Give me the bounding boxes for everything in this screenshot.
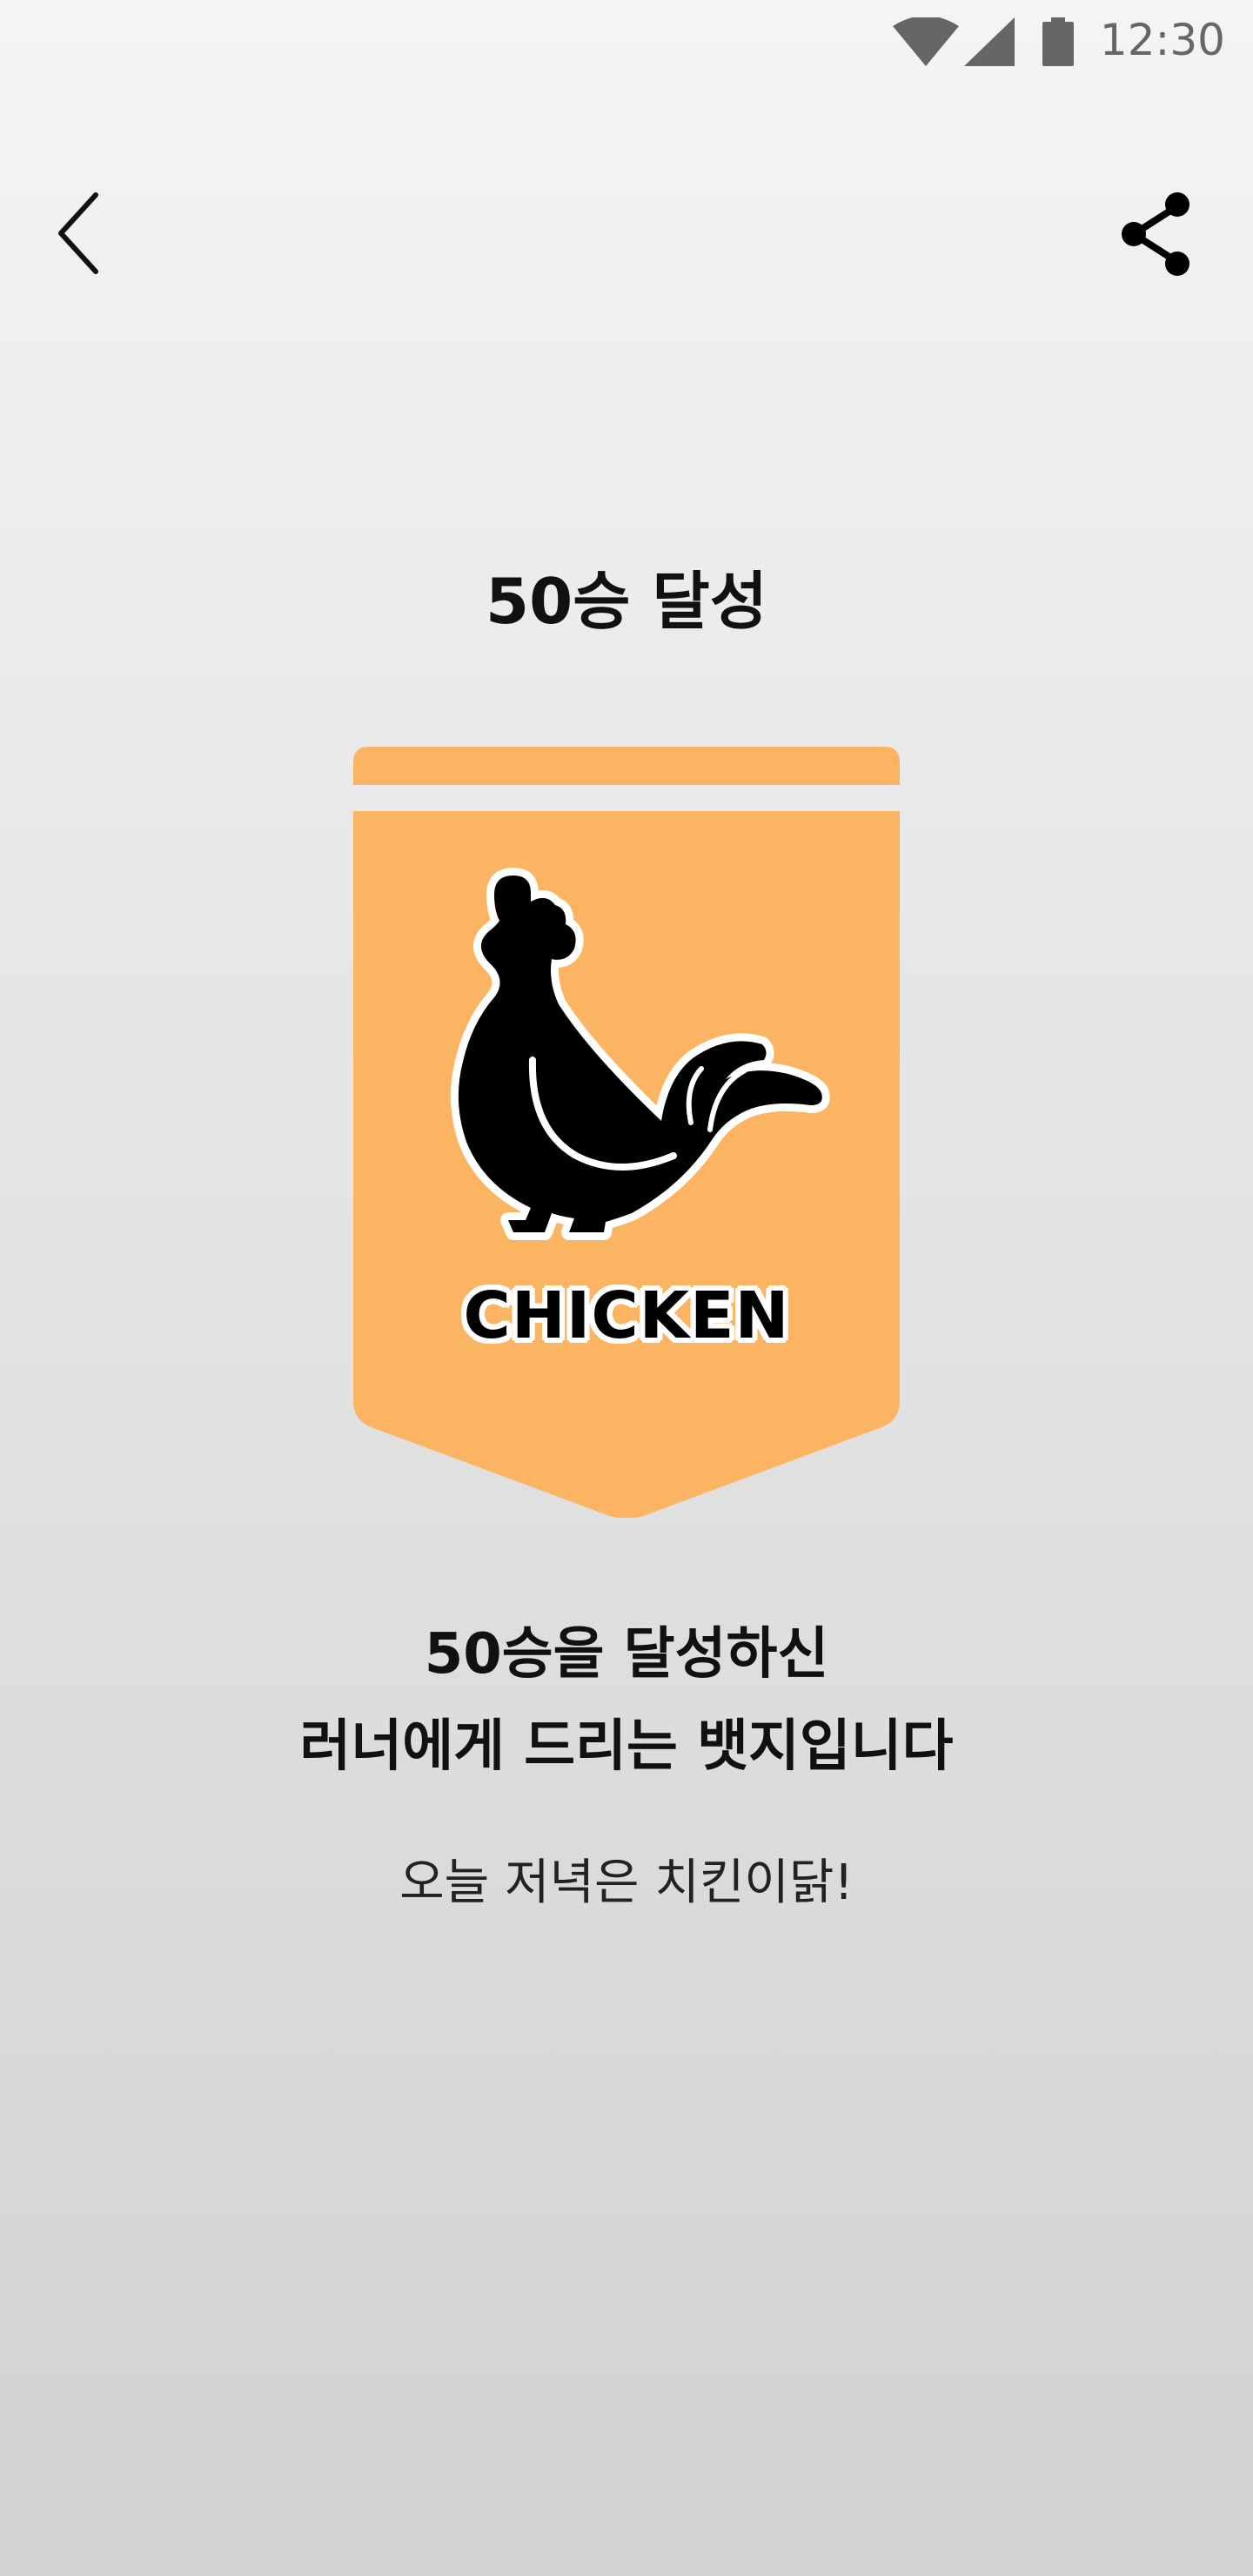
status-bar: 12:30 [0, 0, 1253, 84]
badge-top-strip [353, 747, 900, 785]
description-line-1: 50승을 달성하신 [424, 1622, 829, 1687]
chevron-left-icon [58, 192, 98, 274]
status-time: 12:30 [1099, 15, 1225, 65]
achievement-subtext: 오늘 저녁은 치킨이닭! [399, 1855, 854, 1911]
achievement-title: 50승 달성 [486, 565, 767, 638]
achievement-description: 50승을 달성하신 러너에게 드리는 뱃지입니다 [0, 1608, 1253, 1793]
description-line-2: 러너에게 드리는 뱃지입니다 [299, 1714, 954, 1779]
share-icon [1122, 192, 1189, 276]
back-button[interactable] [30, 181, 134, 285]
achievement-badge [353, 747, 900, 1518]
signal-icon [964, 17, 1015, 66]
badge-label: CHICKEN [463, 1278, 790, 1353]
battery-icon [1042, 17, 1074, 66]
wifi-icon [893, 17, 959, 66]
share-button[interactable] [1103, 181, 1208, 285]
